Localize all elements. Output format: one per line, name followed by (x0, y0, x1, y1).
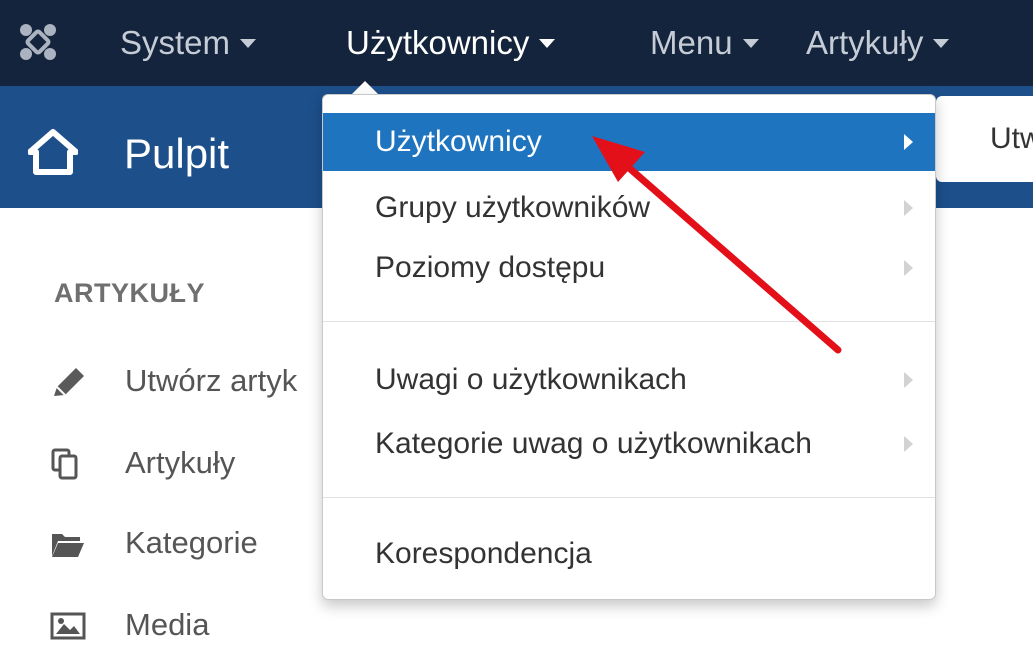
menu-item-user-groups[interactable]: Grupy użytkowników (323, 179, 935, 237)
dropdown-notch (352, 81, 378, 94)
users-dropdown-menu: Użytkownicy Grupy użytkowników Poziomy d… (322, 94, 936, 600)
chevron-right-icon (904, 436, 913, 452)
chevron-right-icon (904, 260, 913, 276)
chevron-right-icon (904, 134, 913, 150)
caret-down-icon (742, 38, 759, 48)
folder-icon (52, 534, 84, 557)
menu-item-label: Korespondencja (375, 537, 592, 570)
menu-item-label: Poziomy dostępu (375, 251, 606, 284)
caret-down-icon (240, 38, 257, 48)
create-button-label: Utw (990, 122, 1033, 155)
menu-item-access-levels[interactable]: Poziomy dostępu (323, 239, 935, 297)
nav-system[interactable]: System (120, 0, 257, 86)
sidebar-item-label: Media (125, 607, 210, 642)
nav-menu[interactable]: Menu (650, 0, 759, 86)
nav-articles[interactable]: Artykuły (806, 0, 950, 86)
menu-item-user-notes[interactable]: Uwagi o użytkownikach (323, 351, 935, 409)
top-navbar: System Użytkownicy Menu Artykuły (0, 0, 1033, 86)
chevron-right-icon (904, 200, 913, 216)
copy-icon (51, 448, 78, 480)
sidebar-item-label: Artykuły (125, 445, 236, 480)
page-title: Pulpit (124, 130, 230, 177)
menu-item-note-categories[interactable]: Kategorie uwag o użytkownikach (323, 415, 935, 473)
menu-divider (323, 321, 935, 322)
nav-users-label: Użytkownicy (346, 24, 530, 61)
nav-users[interactable]: Użytkownicy (346, 0, 556, 86)
menu-item-mass-mail[interactable]: Korespondencja (323, 525, 935, 583)
sidebar-item-label: Utwórz artyk (125, 363, 298, 398)
menu-item-label: Uwagi o użytkownikach (375, 363, 687, 396)
section-heading-articles: ARTYKUŁY (54, 278, 205, 308)
menu-item-label: Grupy użytkowników (375, 191, 651, 224)
sidebar-item-label: Kategorie (125, 525, 258, 560)
nav-articles-label: Artykuły (806, 24, 924, 61)
menu-item-label: Kategorie uwag o użytkownikach (375, 427, 812, 460)
pencil-icon (54, 368, 84, 396)
nav-system-label: System (120, 24, 231, 61)
chevron-right-icon (904, 372, 913, 388)
nav-menu-label: Menu (650, 24, 733, 61)
joomla-logo-icon[interactable] (18, 22, 58, 62)
menu-item-users[interactable]: Użytkownicy (323, 113, 935, 171)
home-icon (28, 129, 78, 175)
caret-down-icon (933, 38, 950, 48)
menu-item-label: Użytkownicy (375, 125, 542, 158)
image-icon (50, 612, 86, 640)
create-button[interactable]: Utw (936, 96, 1033, 182)
caret-down-icon (539, 38, 556, 48)
menu-divider (323, 497, 935, 498)
